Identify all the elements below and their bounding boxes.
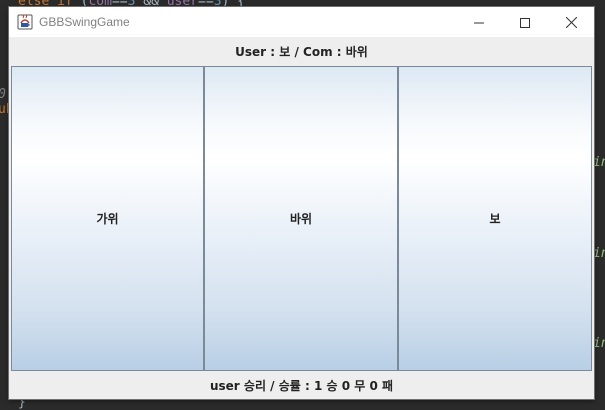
choice-button-panel: 가위 바위 보 <box>11 66 592 371</box>
close-button[interactable] <box>548 7 594 37</box>
gbb-swing-game-window: GBBSwingGame User : 보 / Com : 바위 가위 바위 보… <box>9 7 594 399</box>
background-code-right-1: in <box>593 155 605 170</box>
maximize-button[interactable] <box>502 7 548 37</box>
scissors-button[interactable]: 가위 <box>11 66 204 371</box>
background-code-right-3: in <box>593 336 605 351</box>
minimize-icon <box>474 13 484 32</box>
top-status-label: User : 보 / Com : 바위 <box>235 45 368 59</box>
window-title: GBBSwingGame <box>39 15 130 29</box>
java-coffee-icon <box>17 14 33 30</box>
bottom-result-label: user 승리 / 승률 : 1 승 0 무 0 패 <box>209 378 394 393</box>
close-icon <box>565 13 577 32</box>
paper-button[interactable]: 보 <box>398 66 592 371</box>
title-bar[interactable]: GBBSwingGame <box>9 7 594 37</box>
minimize-button[interactable] <box>456 7 502 37</box>
rock-button[interactable]: 바위 <box>204 66 398 371</box>
maximize-icon <box>520 13 530 32</box>
background-code-right-2: in <box>593 246 605 261</box>
